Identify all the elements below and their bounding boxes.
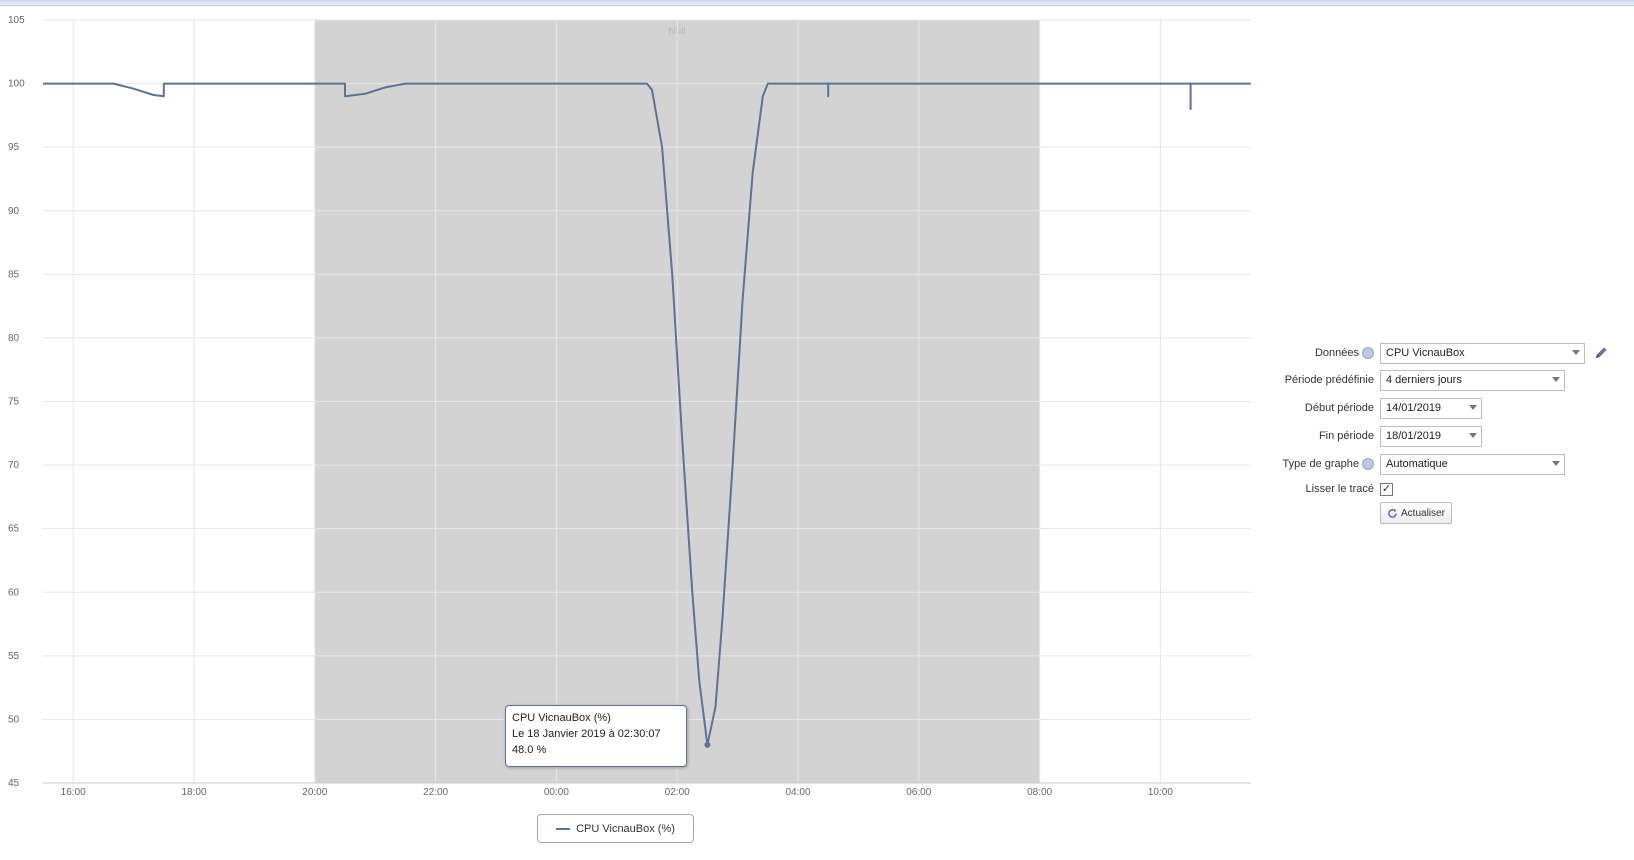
- row-lisser: Lisser le tracé ✓: [1262, 478, 1393, 500]
- x-tick-label: 04:00: [785, 787, 810, 798]
- y-tick-label: 60: [8, 587, 20, 598]
- row-debut: Début période 14/01/2019: [1262, 397, 1482, 419]
- pencil-icon[interactable]: [1593, 345, 1609, 361]
- x-tick-label: 10:00: [1148, 787, 1173, 798]
- row-periode: Période prédéfinie 4 derniers jours: [1262, 369, 1565, 391]
- help-icon[interactable]: [1362, 347, 1374, 360]
- actualiser-button[interactable]: Actualiser: [1380, 502, 1452, 524]
- refresh-icon: [1388, 508, 1397, 518]
- row-donnees: Données CPU VicnauBox: [1262, 342, 1609, 364]
- y-tick-label: 70: [8, 460, 20, 471]
- y-tick-label: 105: [8, 15, 25, 26]
- x-tick-label: 16:00: [61, 787, 86, 798]
- row-type: Type de graphe Automatique: [1262, 453, 1565, 475]
- marker-layer: [704, 741, 711, 748]
- checkbox-icon[interactable]: ✓: [1380, 482, 1393, 496]
- tooltip-date: Le 18 Janvier 2019 à 02:30:07: [512, 728, 661, 740]
- fin-label: Fin période: [1318, 430, 1374, 442]
- y-tick-label: 80: [8, 333, 20, 344]
- line-chart: Nuit 16:00 18:00 20:00 22:00 00:00 02:00 04:00…: [8, 15, 1251, 798]
- actualiser-label: Actualiser: [1401, 507, 1445, 519]
- chevron-down-icon: [1469, 404, 1477, 410]
- y-tick-label: 75: [8, 397, 20, 408]
- y-tick-label: 85: [8, 269, 20, 280]
- debut-date-value: 14/01/2019: [1386, 401, 1442, 414]
- row-fin: Fin période 18/01/2019: [1262, 425, 1482, 447]
- legend-item-label[interactable]: CPU VicnauBox (%): [576, 823, 675, 835]
- x-tick-label: 02:00: [665, 787, 690, 798]
- periode-select-value: 4 derniers jours: [1386, 373, 1462, 386]
- chevron-down-icon: [1572, 349, 1580, 355]
- y-tick-label: 100: [8, 79, 25, 90]
- x-tick-label: 20:00: [302, 787, 327, 798]
- debut-date-select[interactable]: 14/01/2019: [1380, 397, 1482, 419]
- periode-select[interactable]: 4 derniers jours: [1380, 369, 1565, 391]
- debut-label: Début période: [1304, 402, 1374, 414]
- chart-tooltip: CPU VicnauBox (%) Le 18 Janvier 2019 à 0…: [505, 705, 687, 767]
- hover-point-marker: [704, 741, 711, 748]
- y-tick-label: 50: [8, 714, 20, 725]
- chevron-down-icon: [1552, 376, 1560, 382]
- donnees-select-value: CPU VicnauBox: [1386, 346, 1465, 359]
- periode-label: Période prédéfinie: [1284, 374, 1374, 386]
- x-tick-label: 00:00: [544, 787, 569, 798]
- type-select-value: Automatique: [1386, 457, 1448, 470]
- chevron-down-icon: [1552, 460, 1560, 466]
- y-tick-label: 90: [8, 206, 20, 217]
- x-tick-label: 08:00: [1027, 787, 1052, 798]
- donnees-select[interactable]: CPU VicnauBox: [1380, 342, 1585, 364]
- x-tick-label: 06:00: [906, 787, 931, 798]
- chart-legend[interactable]: CPU VicnauBox (%): [537, 814, 694, 843]
- y-tick-label: 65: [8, 524, 20, 535]
- x-tick-label: 18:00: [181, 787, 206, 798]
- lisser-label: Lisser le tracé: [1305, 483, 1374, 495]
- legend-line-swatch: [556, 827, 571, 830]
- fin-date-select[interactable]: 18/01/2019: [1380, 425, 1482, 447]
- help-icon[interactable]: [1362, 458, 1374, 471]
- type-select[interactable]: Automatique: [1380, 453, 1565, 475]
- y-tick-label: 95: [8, 142, 20, 153]
- tooltip-value: 48.0 %: [512, 744, 547, 756]
- fin-date-value: 18/01/2019: [1386, 429, 1442, 442]
- x-tick-label: 22:00: [423, 787, 448, 798]
- y-tick-label: 45: [8, 778, 20, 789]
- tooltip-series: CPU VicnauBox (%): [512, 712, 611, 724]
- y-tick-label: 55: [8, 651, 20, 662]
- type-label: Type de graphe: [1262, 458, 1374, 471]
- donnees-label: Données: [1262, 347, 1374, 360]
- chevron-down-icon: [1469, 432, 1477, 438]
